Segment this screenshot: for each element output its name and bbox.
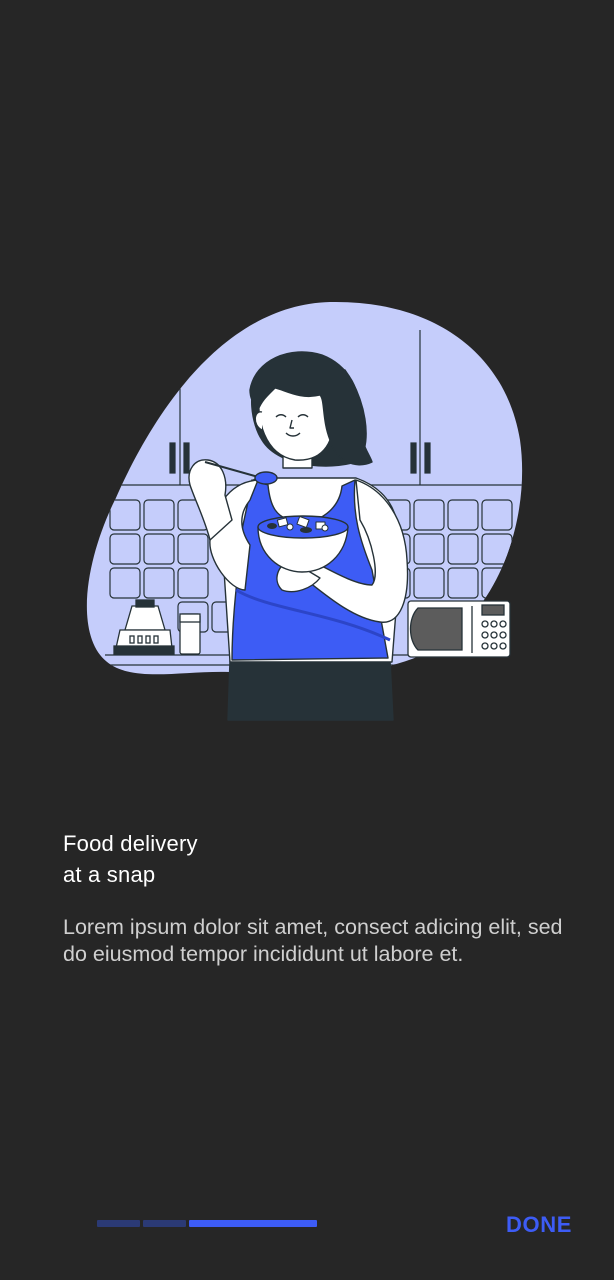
onboarding-description: Lorem ipsum dolor sit amet, consect adic… (63, 915, 563, 966)
title-line-2: at a snap (63, 862, 156, 887)
microwave-icon (407, 600, 511, 658)
page-indicator-step-1[interactable] (97, 1220, 140, 1227)
page-indicator-step-2[interactable] (143, 1220, 186, 1227)
page-indicator-step-3[interactable] (189, 1220, 317, 1227)
onboarding-title: Food delivery at a snap (63, 828, 543, 890)
woman-eating-salad-illustration (86, 301, 523, 721)
title-line-1: Food delivery (63, 831, 198, 856)
page-indicator (97, 1220, 317, 1227)
done-button[interactable]: DONE (506, 1208, 572, 1242)
jar-icon (179, 613, 201, 655)
